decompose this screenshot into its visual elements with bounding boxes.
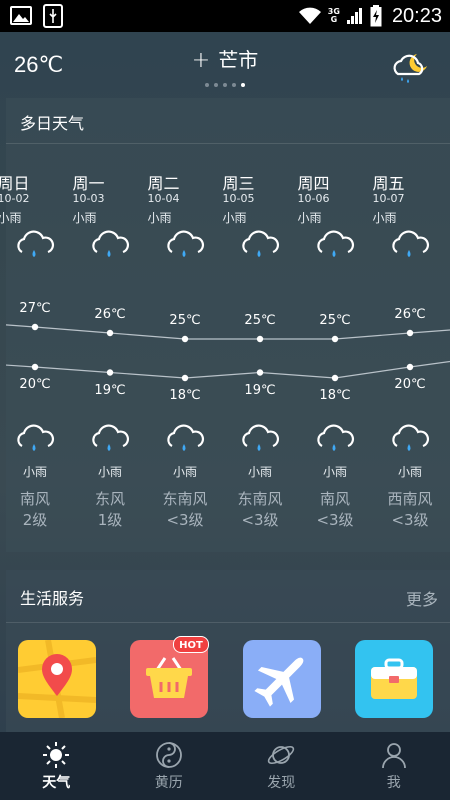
nav-weather[interactable]: 天气 (0, 732, 113, 800)
nav-me-label: 我 (386, 775, 401, 791)
high-temp-point (106, 329, 114, 337)
low-temp-point (256, 369, 264, 376)
sun-icon (43, 742, 69, 768)
high-temp-point (406, 329, 414, 337)
person-icon (381, 743, 406, 769)
airplane-icon (254, 657, 304, 707)
bottom-navigation: 天气 黄历 发现 我 (0, 732, 450, 800)
nav-weather-label: 天气 (42, 775, 71, 791)
low-temp-point (406, 363, 414, 371)
low-temp-point (181, 374, 189, 382)
map-pin-icon (18, 640, 96, 718)
flight-service-button[interactable] (243, 640, 321, 718)
life-services-title: 生活服务 (20, 589, 85, 608)
low-temp-line (5, 360, 450, 379)
map-service-button[interactable] (18, 640, 96, 718)
hot-badge: HOT (173, 636, 209, 653)
high-temp-point (181, 335, 189, 343)
nav-me[interactable]: 我 (338, 732, 450, 800)
nav-discover[interactable]: 发现 (225, 732, 338, 800)
high-temp-point (31, 323, 39, 331)
low-temp-point (31, 363, 39, 371)
nav-almanac-label: 黄历 (154, 775, 183, 791)
high-temp-point (256, 335, 264, 343)
high-temp-line (5, 324, 450, 340)
nav-discover-label: 发现 (267, 775, 296, 791)
low-temp-point (331, 374, 339, 382)
briefcase-icon (371, 658, 417, 699)
low-temp-point (106, 369, 114, 376)
yin-yang-icon (155, 742, 182, 768)
more-link[interactable]: 更多 (406, 586, 438, 610)
nav-almanac[interactable]: 黄历 (113, 732, 226, 800)
divider (6, 622, 450, 623)
planet-icon (267, 745, 295, 765)
high-temp-point (331, 335, 339, 343)
travel-service-button[interactable] (355, 640, 433, 718)
